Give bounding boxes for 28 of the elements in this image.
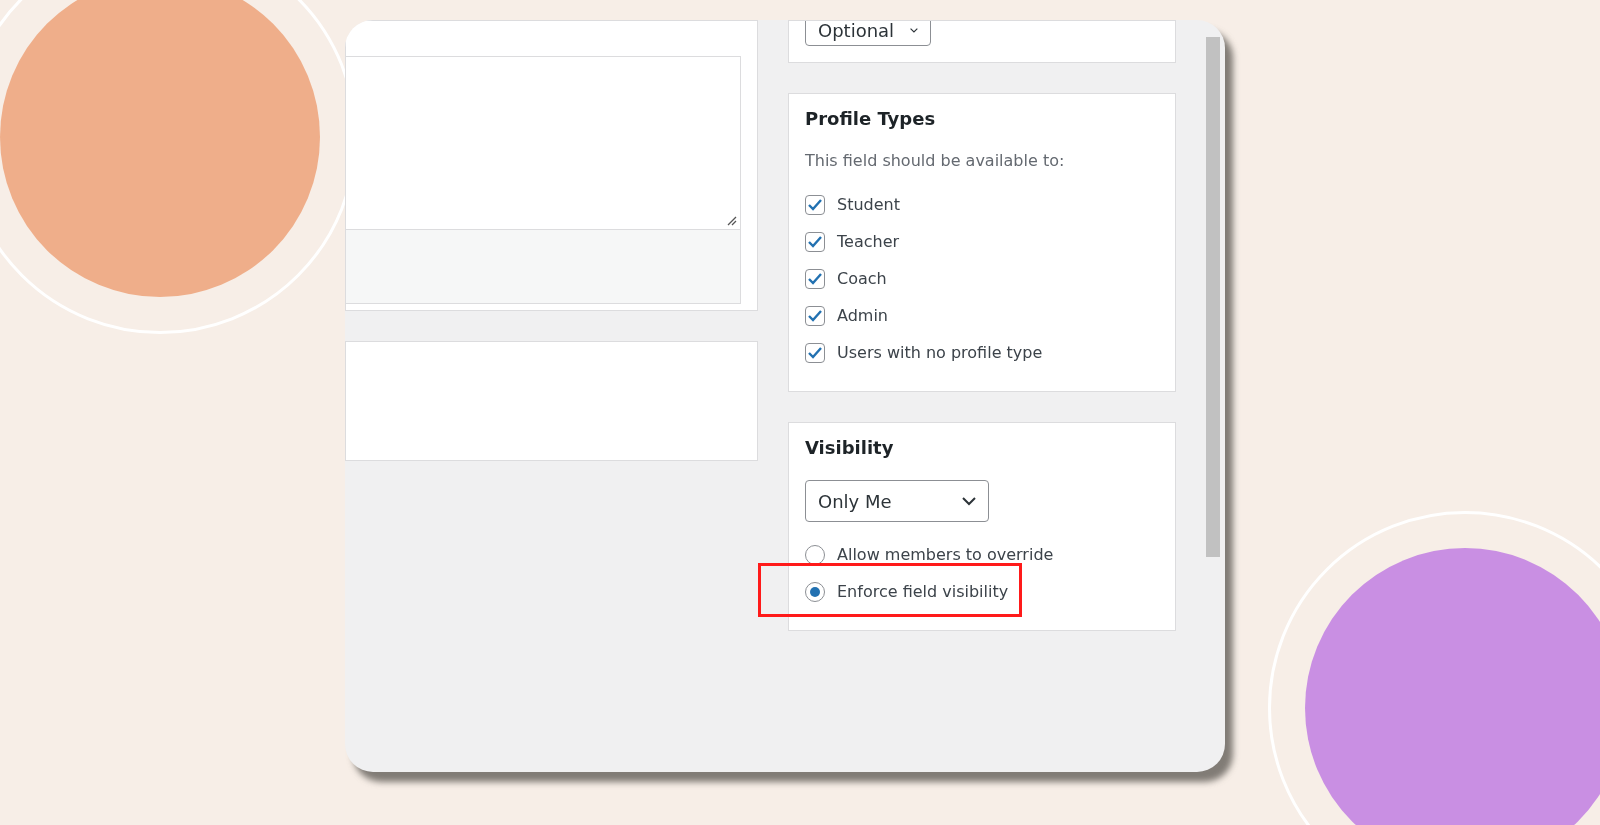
checkbox-label: Coach <box>837 269 887 288</box>
checkbox[interactable] <box>805 194 825 215</box>
section-title: Profile Types <box>805 108 937 129</box>
radio-button[interactable] <box>805 544 825 565</box>
checkbox[interactable] <box>805 231 825 252</box>
checkbox-label: Student <box>837 195 900 214</box>
section-description: This field should be available to: <box>805 151 1066 170</box>
section-title: Visibility <box>805 437 895 458</box>
checkmark-icon <box>808 309 822 322</box>
chevron-down-icon <box>962 496 976 506</box>
checkmark-icon <box>808 198 822 211</box>
checkbox-label: Admin <box>837 306 888 325</box>
checkbox[interactable] <box>805 268 825 289</box>
chevron-down-icon <box>910 25 918 35</box>
checkmark-icon <box>808 346 822 359</box>
checkmark-icon <box>808 235 822 248</box>
checkbox-label: Users with no profile type <box>837 343 1043 362</box>
checkbox[interactable] <box>805 305 825 326</box>
radio-label: Enforce field visibility <box>837 582 1009 601</box>
checkmark-icon <box>808 272 822 285</box>
required-select[interactable]: Optional <box>805 21 931 46</box>
radio-button[interactable] <box>805 581 825 602</box>
radio-label: Allow members to override <box>837 545 1054 564</box>
checkbox-label: Teacher <box>837 232 900 251</box>
scrollbar-thumb[interactable] <box>1206 37 1220 557</box>
checkbox[interactable] <box>805 342 825 363</box>
resize-grip-icon[interactable] <box>727 216 737 226</box>
visibility-select[interactable]: Only Me <box>805 480 989 522</box>
